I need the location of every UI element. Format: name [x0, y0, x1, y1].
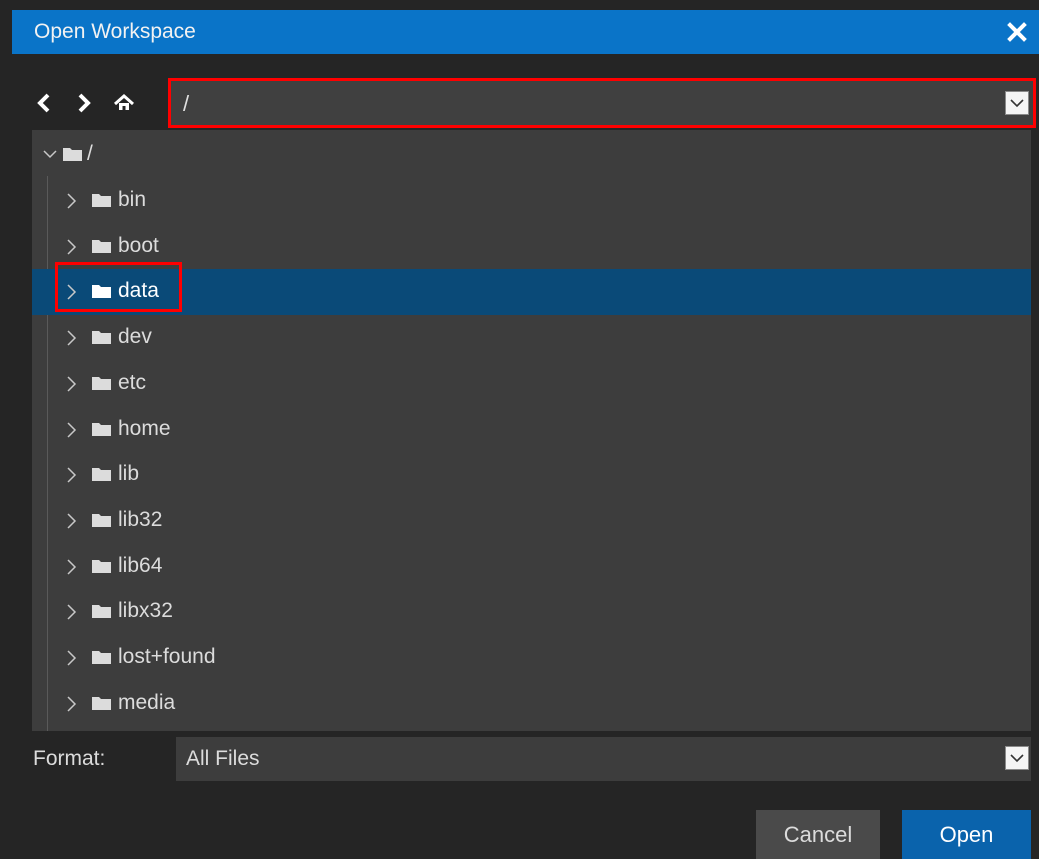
chevron-down-icon[interactable]: [42, 146, 57, 166]
chevron-right-icon[interactable]: [72, 90, 96, 116]
format-label: Format:: [33, 747, 106, 770]
tree-root-label: /: [87, 142, 93, 165]
open-workspace-dialog: Open Workspace / / bin boot data dev etc…: [0, 0, 1039, 859]
chevron-right-icon[interactable]: [64, 648, 78, 668]
folder-icon: [63, 146, 83, 162]
chevron-right-icon[interactable]: [64, 557, 78, 577]
tree-item-libx32[interactable]: libx32: [32, 589, 1031, 635]
folder-icon: [92, 512, 112, 528]
chevron-left-icon[interactable]: [32, 90, 56, 116]
tree-item-mnt[interactable]: mnt: [32, 726, 1031, 731]
tree-item-bin[interactable]: bin: [32, 178, 1031, 224]
format-select[interactable]: All Files: [176, 737, 1031, 781]
tree-item-lib64[interactable]: lib64: [32, 544, 1031, 590]
highlight-box: [55, 262, 182, 312]
tree-root[interactable]: /: [32, 132, 1031, 178]
tree-item-dev[interactable]: dev: [32, 315, 1031, 361]
navigation-bar: /: [0, 78, 1039, 128]
tree-item-label: media: [118, 690, 176, 714]
format-value: All Files: [186, 747, 260, 770]
chevron-right-icon[interactable]: [64, 191, 78, 211]
tree-item-lib[interactable]: lib: [32, 452, 1031, 498]
tree-item-label: lib: [118, 462, 140, 486]
chevron-down-icon[interactable]: [1005, 91, 1029, 115]
folder-icon: [92, 192, 112, 208]
chevron-right-icon[interactable]: [64, 602, 78, 622]
path-combobox[interactable]: /: [168, 78, 1036, 128]
folder-tree[interactable]: / bin boot data dev etc home lib lib32 lib64 libx…: [32, 130, 1031, 731]
folder-icon: [92, 421, 112, 437]
tree-item-label: libx32: [118, 599, 173, 623]
tree-item-lib32[interactable]: lib32: [32, 498, 1031, 544]
tree-item-label: etc: [118, 370, 147, 394]
tree-item-label: home: [118, 416, 171, 440]
open-button[interactable]: Open: [902, 810, 1031, 859]
chevron-right-icon[interactable]: [64, 694, 78, 714]
tree-item-etc[interactable]: etc: [32, 361, 1031, 407]
folder-icon: [92, 603, 112, 619]
folder-icon: [92, 649, 112, 665]
chevron-right-icon[interactable]: [64, 328, 78, 348]
dialog-title: Open Workspace: [34, 20, 196, 43]
folder-icon: [92, 238, 112, 254]
tree-item-lost-found[interactable]: lost+found: [32, 635, 1031, 681]
tree-item-label: dev: [118, 325, 152, 349]
close-icon[interactable]: [1005, 20, 1029, 44]
tree-item-label: lost+found: [118, 645, 216, 668]
tree-item-media[interactable]: media: [32, 681, 1031, 727]
chevron-right-icon[interactable]: [64, 511, 78, 531]
folder-icon: [92, 375, 112, 391]
folder-icon: [92, 329, 112, 345]
tree-item-label: lib64: [118, 553, 163, 577]
chevron-right-icon[interactable]: [64, 237, 78, 257]
format-row: Format: All Files: [0, 737, 1039, 783]
tree-item-home[interactable]: home: [32, 407, 1031, 453]
folder-icon: [92, 695, 112, 711]
path-input[interactable]: /: [183, 91, 189, 117]
chevron-right-icon[interactable]: [64, 374, 78, 394]
chevron-right-icon[interactable]: [64, 420, 78, 440]
tree-item-label: boot: [118, 233, 159, 257]
folder-icon: [92, 558, 112, 574]
home-icon[interactable]: [112, 90, 136, 116]
tree-item-label: bin: [118, 188, 147, 211]
chevron-down-icon[interactable]: [1005, 746, 1029, 770]
cancel-button[interactable]: Cancel: [756, 810, 880, 859]
tree-item-label: lib32: [118, 507, 163, 531]
title-bar: Open Workspace: [12, 10, 1039, 54]
folder-icon: [92, 466, 112, 482]
chevron-right-icon[interactable]: [64, 465, 78, 485]
